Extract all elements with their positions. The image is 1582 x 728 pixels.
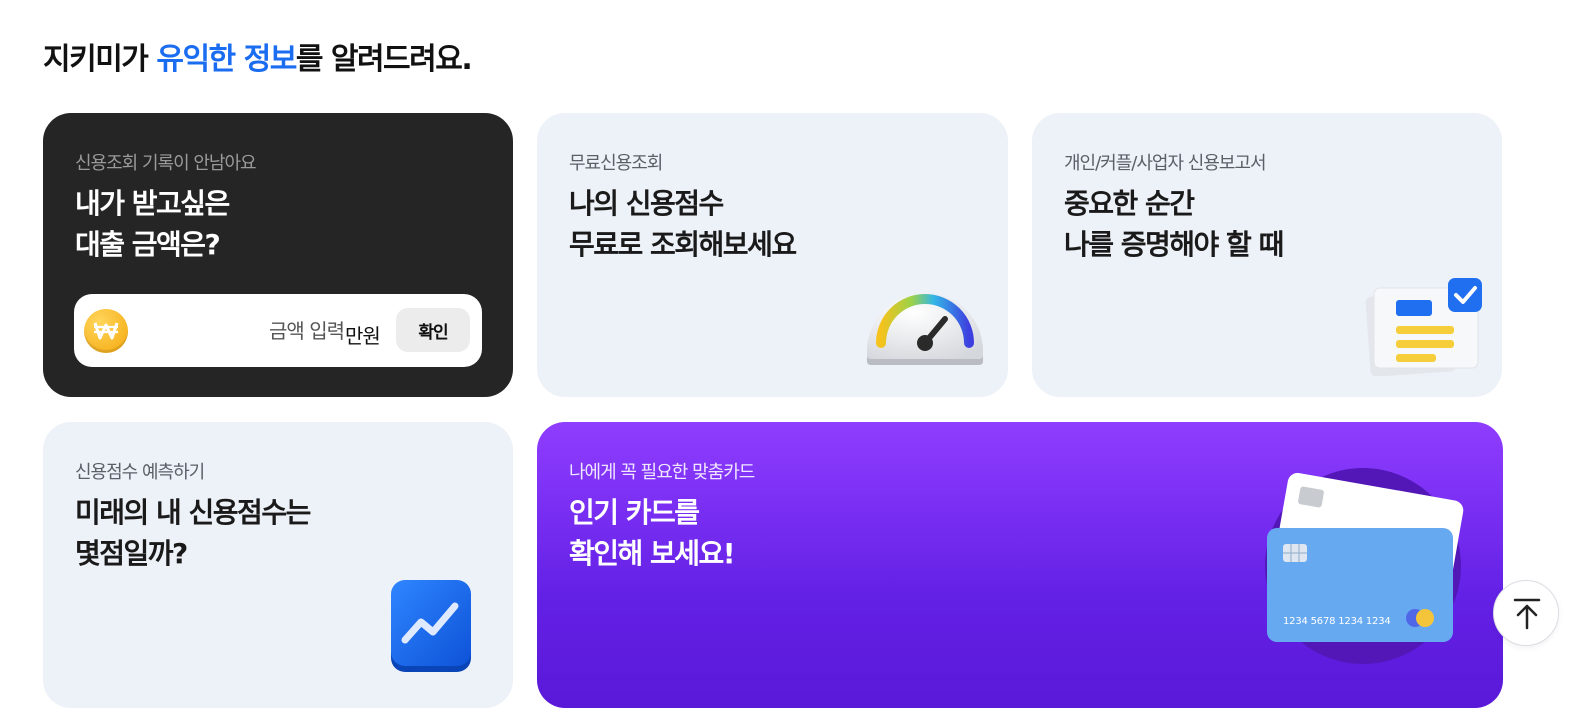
loan-amount-input[interactable] bbox=[144, 311, 344, 351]
speedometer-gauge-icon bbox=[867, 293, 983, 365]
card-title: 미래의 내 신용점수는 몇점일까? bbox=[75, 492, 311, 574]
section-heading: 지키미가 유익한 정보를 알려드려요. bbox=[43, 34, 473, 78]
card-title: 인기 카드를 확인해 보세요! bbox=[569, 492, 736, 574]
card-eyebrow: 신용점수 예측하기 bbox=[75, 462, 205, 483]
card-title-line2: 무료로 조회해보세요 bbox=[569, 228, 797, 261]
card-title-line2: 대출 금액은? bbox=[75, 228, 221, 261]
card-eyebrow: 신용조회 기록이 안남아요 bbox=[75, 153, 257, 174]
arrow-up-to-top-icon bbox=[1513, 598, 1541, 630]
scroll-to-top-button[interactable] bbox=[1493, 580, 1559, 646]
card-title-line2: 나를 증명해야 할 때 bbox=[1064, 228, 1284, 261]
card-title-line1: 미래의 내 신용점수는 bbox=[75, 496, 311, 529]
card-eyebrow: 나에게 꼭 필요한 맞춤카드 bbox=[569, 462, 755, 483]
won-coin-icon bbox=[84, 309, 128, 353]
amount-unit-label: 만원 bbox=[345, 324, 381, 348]
card-eyebrow: 무료신용조회 bbox=[569, 153, 663, 174]
card-title-line1: 중요한 순간 bbox=[1064, 187, 1195, 220]
heading-suffix: 를 알려드려요. bbox=[295, 42, 473, 77]
free-credit-check-card[interactable]: 무료신용조회 나의 신용점수 무료로 조회해보세요 bbox=[537, 113, 1008, 397]
credit-report-card[interactable]: 개인/커플/사업자 신용보고서 중요한 순간 나를 증명해야 할 때 bbox=[1032, 113, 1502, 397]
card-eyebrow: 개인/커플/사업자 신용보고서 bbox=[1064, 153, 1267, 174]
trend-chart-icon bbox=[391, 580, 471, 672]
card-title: 나의 신용점수 무료로 조회해보세요 bbox=[569, 183, 797, 265]
card-title: 중요한 순간 나를 증명해야 할 때 bbox=[1064, 183, 1284, 265]
card-title-line2: 확인해 보세요! bbox=[569, 537, 736, 570]
loan-amount-card: 신용조회 기록이 안남아요 내가 받고싶은 대출 금액은? 만원 확인 bbox=[43, 113, 513, 397]
heading-prefix: 지키미가 bbox=[43, 42, 157, 77]
card-title-line1: 인기 카드를 bbox=[569, 496, 700, 529]
heading-highlight: 유익한 정보 bbox=[156, 42, 297, 77]
amount-input-box: 만원 확인 bbox=[74, 294, 482, 367]
card-number: 1234 5678 1234 1234 bbox=[1283, 616, 1391, 627]
card-title-line1: 내가 받고싶은 bbox=[75, 187, 230, 220]
card-title-line2: 몇점일까? bbox=[75, 537, 188, 570]
card-recommendation-card[interactable]: 나에게 꼭 필요한 맞춤카드 인기 카드를 확인해 보세요! 1234 5678… bbox=[537, 422, 1503, 708]
card-title-line1: 나의 신용점수 bbox=[569, 187, 724, 220]
credit-score-predict-card[interactable]: 신용점수 예측하기 미래의 내 신용점수는 몇점일까? bbox=[43, 422, 513, 708]
card-title: 내가 받고싶은 대출 금액은? bbox=[75, 183, 230, 265]
confirm-button[interactable]: 확인 bbox=[396, 308, 470, 352]
credit-cards-icon: 1234 5678 1234 1234 bbox=[1259, 466, 1465, 666]
verified-document-icon bbox=[1365, 278, 1482, 376]
